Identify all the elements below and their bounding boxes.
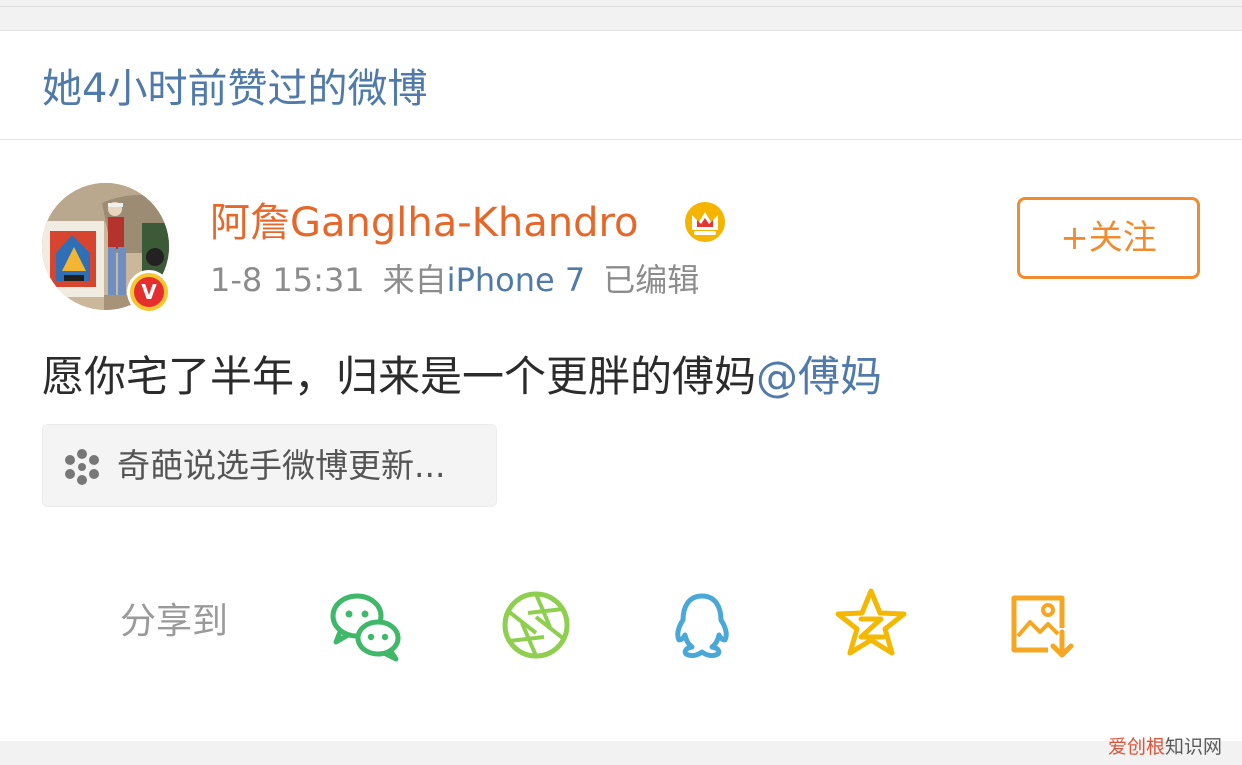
post-text: 愿你宅了半年，归来是一个更胖的傅妈@傅妈 bbox=[42, 350, 882, 404]
vip-crown-icon bbox=[683, 200, 727, 244]
bottom-divider-strip bbox=[0, 741, 1242, 765]
weibo-page: 她4小时前赞过的微博 V 阿詹Ganglha-Khandro 1-8 15:31… bbox=[0, 0, 1242, 765]
save-image-icon[interactable] bbox=[1004, 588, 1080, 664]
source-prefix: 来自 bbox=[382, 261, 447, 299]
top-divider-strip bbox=[0, 0, 1242, 31]
source-device-link[interactable]: iPhone 7 bbox=[447, 261, 586, 299]
post-time: 1-8 15:31 bbox=[210, 261, 365, 299]
follow-button[interactable]: +关注 bbox=[1017, 197, 1200, 279]
post-body: 愿你宅了半年，归来是一个更胖的傅妈 bbox=[42, 352, 757, 401]
author-name[interactable]: 阿詹Ganglha-Khandro bbox=[210, 198, 639, 248]
watermark-rest: 知识网 bbox=[1165, 736, 1223, 758]
watermark-brand: 爱创根 bbox=[1108, 736, 1166, 758]
topic-card-label: 奇葩说选手微博更新... bbox=[117, 446, 446, 485]
topic-pinwheel-icon bbox=[63, 448, 101, 486]
qzone-icon[interactable] bbox=[833, 585, 909, 661]
post-meta: 1-8 15:31 来自iPhone 7 已编辑 bbox=[210, 260, 699, 300]
wechat-icon[interactable] bbox=[328, 588, 404, 664]
liked-header-title[interactable]: 她4小时前赞过的微博 bbox=[42, 64, 427, 114]
moments-icon[interactable] bbox=[498, 587, 574, 663]
top-edge-line bbox=[0, 6, 1242, 7]
verified-badge-letter: V bbox=[134, 277, 164, 307]
site-watermark: 爱创根知识网 bbox=[1108, 735, 1222, 759]
edited-label[interactable]: 已编辑 bbox=[603, 261, 699, 299]
topic-card[interactable]: 奇葩说选手微博更新... bbox=[42, 424, 497, 507]
share-label: 分享到 bbox=[120, 601, 229, 642]
mention-link[interactable]: @傅妈 bbox=[756, 352, 882, 401]
qq-icon[interactable] bbox=[664, 588, 740, 664]
verified-badge: V bbox=[127, 270, 171, 314]
